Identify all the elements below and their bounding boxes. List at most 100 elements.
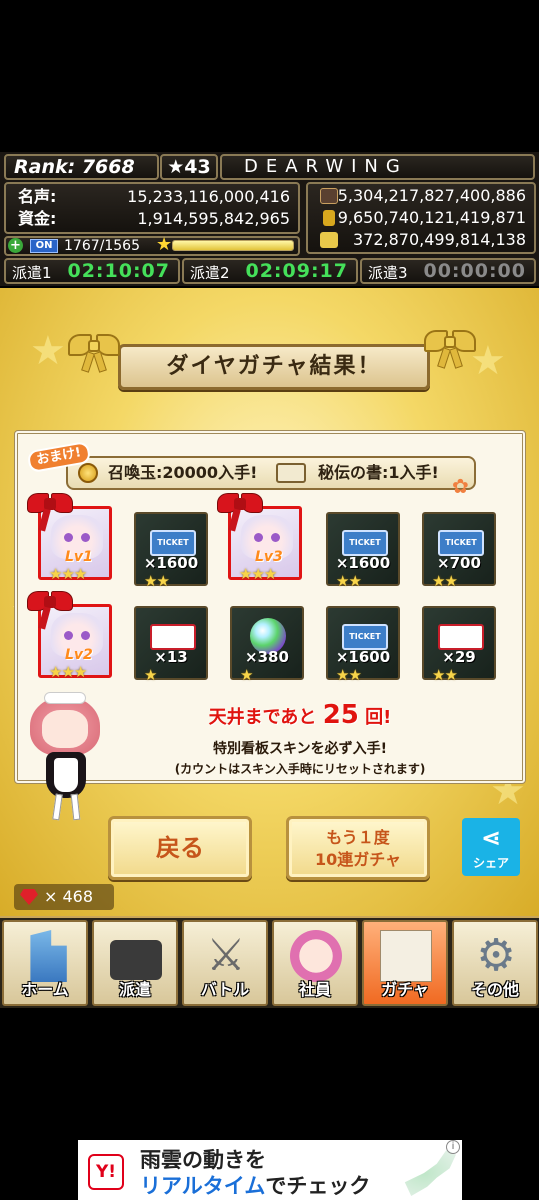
result-item-character[interactable]: Lv3 ★★★ — [217, 493, 302, 583]
nav-label: ホーム — [21, 980, 69, 999]
summon-orb-icon — [78, 463, 98, 483]
result-title: ダイヤガチャ結果！ — [118, 344, 430, 390]
blue-ticket-icon: TICKET — [150, 530, 196, 556]
resource-value-2: 9,650,740,121,419,871 — [337, 208, 526, 227]
bonus-item-scroll: 秘伝の書:1入手! — [318, 463, 439, 482]
scroll-icon — [276, 463, 306, 483]
nav-other[interactable]: ⚙ その他 — [452, 920, 538, 1006]
dispatch-label: 派遣1 — [12, 264, 52, 282]
rarity-stars: ★★ — [336, 572, 362, 590]
share-label: シェア — [472, 856, 509, 870]
nav-label: バトル — [200, 980, 250, 999]
item-quantity: ×1600 — [335, 554, 391, 572]
document-icon — [380, 930, 432, 982]
resource-coin-icon — [323, 210, 335, 226]
maid-mascot — [20, 688, 116, 828]
ceiling-post: 回! — [365, 707, 392, 728]
red-ticket-icon — [438, 624, 484, 650]
ad-line2-black: でチェック — [265, 1174, 371, 1198]
rarity-stars: ★★★ — [49, 663, 87, 681]
again-line2: 10連ガチャ — [314, 850, 402, 869]
red-bow-icon — [217, 487, 263, 532]
back-button[interactable]: 戻る — [108, 816, 252, 880]
result-item-ticket[interactable]: ×29 ★★ — [422, 606, 496, 684]
dispatch-slot-2[interactable]: 派遣2 02:09:17 — [182, 258, 358, 284]
blue-ticket-icon: TICKET — [438, 530, 484, 556]
resource-ticket-icon — [320, 232, 338, 248]
dispatch-slot-3[interactable]: 派遣3 00:00:00 — [360, 258, 536, 284]
bonus-bar: 召喚玉:20000入手! 秘伝の書:1入手! — [66, 456, 476, 490]
star-level: ★43 — [160, 154, 218, 180]
item-quantity: ×29 — [442, 648, 476, 666]
again-line1: もう１度 — [326, 828, 390, 847]
blue-ticket-icon: TICKET — [342, 624, 388, 650]
staff-portrait-icon — [290, 930, 342, 982]
nav-gacha[interactable]: ガチャ — [362, 920, 448, 1006]
fame-label: 名声: — [18, 187, 57, 206]
ad-info-icon[interactable]: i — [446, 1140, 460, 1154]
rarity-stars: ★ — [144, 666, 157, 684]
nav-home[interactable]: ホーム — [2, 920, 88, 1006]
ceiling-reward-text: 特別看板スキンを必ず入手! — [213, 741, 387, 757]
ad-line2: リアルタイムでチェック — [140, 1170, 370, 1200]
result-item-character[interactable]: Lv2 ★★★ — [27, 591, 112, 681]
result-item-ticket[interactable]: TICKET ×1600 ★★ — [326, 606, 400, 684]
red-ticket-icon — [150, 624, 196, 650]
add-stamina-button[interactable]: + — [8, 238, 23, 253]
red-bow-icon — [27, 585, 73, 630]
briefcase-icon — [110, 940, 162, 980]
ceiling-note: (カウントはスキン入手時にリセットされます) — [174, 762, 426, 776]
item-quantity: ×1600 — [143, 554, 199, 572]
funds-value: 1,914,595,842,965 — [137, 209, 290, 228]
result-item-ticket[interactable]: TICKET ×1600 ★★ — [134, 512, 208, 590]
rarity-stars: ★★★ — [239, 565, 277, 583]
result-item-ticket[interactable]: TICKET ×1600 ★★ — [326, 512, 400, 590]
nav-battle[interactable]: ⚔ バトル — [182, 920, 268, 1006]
result-item-orb[interactable]: ×380 ★ — [230, 606, 304, 684]
item-quantity: ×1600 — [335, 648, 391, 666]
nav-label: その他 — [470, 980, 519, 999]
share-button[interactable]: ⋖ シェア — [462, 818, 520, 876]
rarity-stars: ★★★ — [49, 565, 87, 583]
nav-staff[interactable]: 社員 — [272, 920, 358, 1006]
ceiling-counter: 天井まであと 25 回! — [150, 700, 450, 730]
character-level: Lv1 — [65, 549, 93, 565]
rarity-stars: ★ — [240, 666, 253, 684]
resource-value-3: 372,870,499,814,138 — [352, 230, 526, 249]
nav-dispatch[interactable]: 派遣 — [92, 920, 178, 1006]
xp-bar — [172, 240, 294, 251]
dispatch-timer: 02:10:07 — [67, 260, 170, 282]
blue-ticket-icon: TICKET — [342, 530, 388, 556]
ribbon-icon — [68, 328, 120, 374]
auto-on-badge[interactable]: ON — [30, 239, 58, 253]
yahoo-logo: Y! — [88, 1154, 124, 1190]
building-icon — [30, 930, 67, 982]
rarity-stars: ★★ — [336, 666, 362, 684]
resources-box: 5,304,217,827,400,886 9,650,740,121,419,… — [306, 182, 536, 254]
player-name: DEARWING — [220, 154, 535, 180]
ceiling-number: 25 — [322, 700, 359, 730]
dispatch-label: 派遣3 — [368, 264, 408, 282]
xp-text: 1767/1565 — [64, 238, 140, 254]
resource-value-1: 5,304,217,827,400,886 — [337, 186, 526, 205]
star-icon: ★ — [156, 234, 173, 255]
item-quantity: ×380 — [245, 648, 289, 666]
result-item-character[interactable]: Lv1 ★★★ — [27, 493, 112, 583]
item-quantity: ×13 — [154, 648, 188, 666]
red-bow-icon — [27, 487, 73, 532]
share-icon: ⋖ — [480, 824, 502, 852]
dispatch-timer: 02:09:17 — [245, 260, 348, 282]
bonus-item-summon-orb: 召喚玉:20000入手! — [108, 463, 258, 482]
dispatch-slot-1[interactable]: 派遣1 02:10:07 — [4, 258, 180, 284]
nav-label: 派遣 — [118, 980, 151, 999]
gacha-again-button[interactable]: もう１度 10連ガチャ — [286, 816, 430, 880]
nav-label: 社員 — [298, 980, 331, 999]
fame-funds-box: 名声: 15,233,116,000,416 資金: 1,914,595,842… — [4, 182, 300, 234]
rarity-stars: ★★ — [144, 572, 170, 590]
gear-icon: ⚙ — [476, 930, 516, 981]
rarity-stars: ★★ — [432, 572, 458, 590]
result-item-ticket[interactable]: TICKET ×700 ★★ — [422, 512, 496, 590]
ceiling-pre: 天井まであと — [208, 707, 317, 728]
funds-label: 資金: — [18, 209, 57, 228]
result-item-ticket[interactable]: ×13 ★ — [134, 606, 208, 684]
